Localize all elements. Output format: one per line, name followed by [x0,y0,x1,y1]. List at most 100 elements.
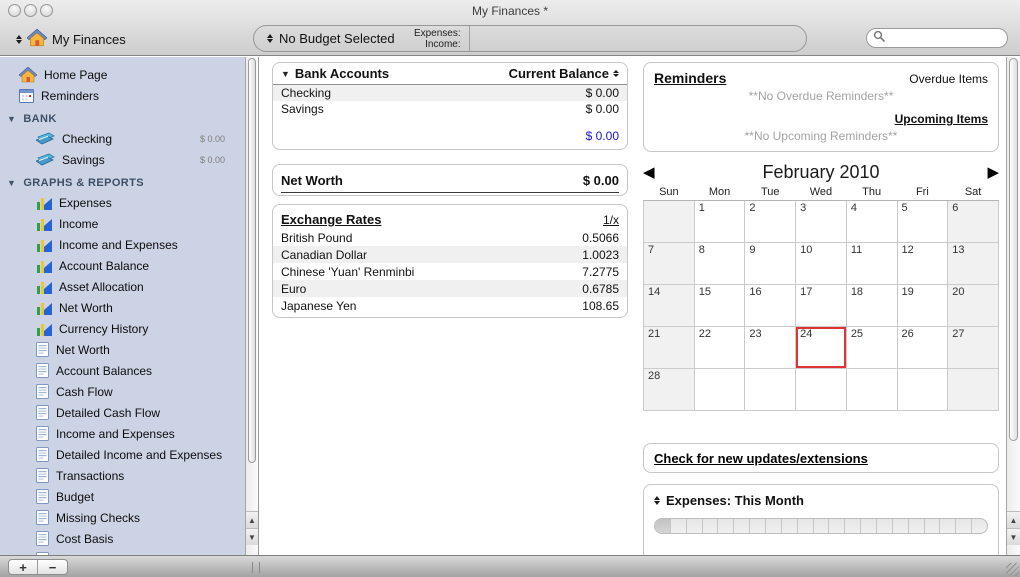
calendar-day[interactable]: 4 [845,199,898,243]
calendar-day[interactable]: 17 [795,283,847,327]
budget-selector[interactable]: No Budget Selected [279,31,395,46]
current-balance-column-header[interactable]: Current Balance [509,66,619,81]
calendar-day[interactable]: 3 [795,199,847,243]
remove-button[interactable]: − [38,560,67,574]
calendar-day[interactable]: 18 [845,283,898,327]
calendar-day[interactable] [643,199,695,243]
search-input[interactable] [889,31,999,45]
sidebar-item-checking[interactable]: Checking $ 0.00 [0,128,245,149]
scrollbar-thumb[interactable] [1009,58,1018,441]
sidebar-item-report[interactable]: Budget [0,486,245,507]
calendar-day[interactable]: 8 [693,241,746,285]
calendar-day[interactable]: 13 [947,241,999,285]
calendar-day[interactable]: 25 [845,325,898,369]
calendar-day[interactable]: 14 [643,283,695,327]
sidebar-item-report[interactable]: Cost Basis [0,528,245,549]
window-title: My Finances * [471,4,549,18]
calendar-day[interactable]: 21 [643,325,695,369]
calendar-day[interactable]: 10 [795,241,847,285]
exchange-rate-row[interactable]: Euro 0.6785 [273,280,627,297]
sidebar-item-graph[interactable]: Account Balance [0,255,245,276]
upcoming-items-link[interactable]: Upcoming Items [654,112,988,126]
scroll-up-button[interactable]: ▲ [246,511,258,528]
sidebar-item-label: Checking [62,131,113,146]
rate-column-header[interactable]: 1/x [603,213,619,227]
file-selector[interactable]: My Finances [16,27,126,51]
calendar-day[interactable]: 11 [845,241,898,285]
calendar-day[interactable] [693,367,746,411]
calendar-day[interactable] [845,367,898,411]
updown-arrows-icon[interactable] [267,34,273,43]
updown-arrows-icon[interactable] [654,496,660,505]
net-worth-value: $ 0.00 [582,173,619,188]
exchange-rate-row[interactable]: British Pound 0.5066 [273,229,627,246]
sidebar-item-report[interactable]: Detailed Cash Flow [0,402,245,423]
day-header: Thu [846,184,898,201]
scroll-down-button[interactable]: ▼ [246,528,258,545]
scrollbar-thumb[interactable] [248,58,256,463]
calendar-day[interactable]: 23 [744,325,797,369]
calendar-day[interactable]: 15 [693,283,746,327]
calendar-day[interactable]: 7 [643,241,695,285]
calendar-day[interactable] [795,367,847,411]
calendar-day[interactable]: 20 [947,283,999,327]
scroll-up-button[interactable]: ▲ [1007,511,1020,528]
calendar-day[interactable]: 2 [744,199,797,243]
sidebar-item-report[interactable]: Detailed Income and Expenses [0,444,245,465]
sidebar-item-graph[interactable]: Income and Expenses [0,234,245,255]
calendar-day[interactable]: 27 [947,325,999,369]
sidebar-section-bank[interactable]: ▼ BANK [0,109,245,128]
updates-panel: Check for new updates/extensions [643,443,999,473]
reminders-title[interactable]: Reminders [654,70,726,86]
calendar-day[interactable] [896,367,949,411]
sidebar-item-report[interactable]: Net Worth [0,339,245,360]
calendar-day[interactable]: 28 [643,367,695,411]
exchange-rate-row[interactable]: Chinese 'Yuan' Renminbi 7.2775 [273,263,627,280]
sidebar-item-graph[interactable]: Asset Allocation [0,276,245,297]
calendar-day[interactable]: 1 [693,199,746,243]
exchange-rate-row[interactable]: Canadian Dollar 1.0023 [273,246,627,263]
sidebar-item-graph[interactable]: Currency History [0,318,245,339]
sidebar-item-report[interactable]: Account Balances [0,360,245,381]
sidebar-scrollbar[interactable]: ▲ ▼ [245,57,258,555]
sidebar-item-savings[interactable]: Savings $ 0.00 [0,149,245,170]
calendar-day[interactable] [947,367,999,411]
account-icon [36,153,55,166]
sidebar-item-reminders[interactable]: Reminders [0,85,245,106]
exchange-rate-row[interactable]: Japanese Yen 108.65 [273,297,627,314]
splitter-handle[interactable] [252,562,260,573]
sidebar-item-report[interactable]: Income and Expenses [0,423,245,444]
previous-month-button[interactable]: ◀ [643,163,663,181]
disclosure-triangle-icon[interactable]: ▼ [7,178,16,188]
disclosure-triangle-icon[interactable]: ▼ [7,114,16,124]
calendar-day[interactable]: 9 [744,241,797,285]
search-box[interactable] [866,28,1008,48]
sidebar-item-report[interactable]: Cash Flow [0,381,245,402]
bank-account-row[interactable]: Checking $ 0.00 [273,85,627,101]
next-month-button[interactable]: ▶ [979,163,999,181]
add-button[interactable]: + [9,560,38,574]
calendar-day-today[interactable]: 24 [795,325,847,369]
sidebar-item-graph[interactable]: Income [0,213,245,234]
sidebar-item-graph[interactable]: Expenses [0,192,245,213]
sidebar-item-home-page[interactable]: Home Page [0,64,245,85]
sidebar-item-report[interactable]: Missing Checks [0,507,245,528]
calendar-day[interactable]: 19 [896,283,949,327]
calendar-day[interactable]: 26 [896,325,949,369]
sidebar-item-report[interactable]: Transactions [0,465,245,486]
main-scrollbar[interactable]: ▲ ▼ [1006,57,1020,555]
disclosure-triangle-icon[interactable]: ▼ [281,69,290,79]
calendar-day[interactable] [744,367,797,411]
sidebar-item-graph[interactable]: Net Worth [0,297,245,318]
check-updates-link[interactable]: Check for new updates/extensions [654,451,868,466]
calendar-day[interactable]: 16 [744,283,797,327]
calendar-day[interactable]: 22 [693,325,746,369]
calendar-day[interactable]: 5 [896,199,949,243]
sidebar-section-graphs-reports[interactable]: ▼ GRAPHS & REPORTS [0,173,245,192]
bank-account-row[interactable]: Savings $ 0.00 [273,101,627,117]
window-resize-grip[interactable] [1006,563,1019,576]
sidebar-item-label: Currency History [59,321,149,336]
calendar-day[interactable]: 12 [896,241,949,285]
scroll-down-button[interactable]: ▼ [1007,528,1020,545]
calendar-day[interactable]: 6 [947,199,999,243]
